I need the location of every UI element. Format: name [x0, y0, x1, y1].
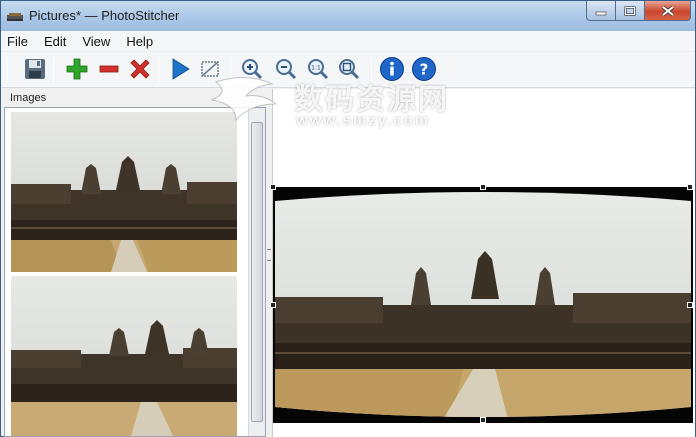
- help-icon: ?: [412, 57, 436, 81]
- close-icon: [661, 5, 674, 16]
- crop-handle[interactable]: [480, 184, 486, 190]
- scrollbar-thumb[interactable]: [251, 122, 263, 422]
- app-icon: [7, 13, 23, 21]
- info-button[interactable]: [378, 55, 406, 83]
- add-image-button[interactable]: [63, 55, 91, 83]
- temple-photo-1: [11, 112, 237, 272]
- image-thumbnail[interactable]: [11, 276, 237, 436]
- crop-button[interactable]: [196, 55, 224, 83]
- zoom-fit-icon: [339, 59, 360, 80]
- zoom-in-icon: [242, 59, 263, 80]
- zoom-out-icon: [276, 59, 297, 80]
- menu-help[interactable]: Help: [126, 34, 153, 49]
- maximize-button[interactable]: [615, 1, 644, 21]
- panorama-preview[interactable]: [270, 184, 693, 423]
- crop-handle[interactable]: [270, 302, 276, 308]
- help-button[interactable]: ?: [410, 55, 438, 83]
- close-button[interactable]: [644, 1, 691, 21]
- minimize-button[interactable]: [586, 1, 615, 21]
- app-window: Pictures* — PhotoStitcher File Edit View…: [0, 0, 696, 437]
- save-button[interactable]: [21, 55, 49, 83]
- panorama-image: [275, 192, 691, 417]
- stitch-button[interactable]: [166, 55, 194, 83]
- remove-icon: [99, 65, 119, 73]
- crop-handle[interactable]: [687, 302, 693, 308]
- menu-edit[interactable]: Edit: [44, 34, 66, 49]
- remove-image-button[interactable]: [95, 55, 123, 83]
- minimize-icon: [595, 11, 607, 15]
- temple-photo-2: [11, 276, 237, 436]
- svg-text:?: ?: [420, 61, 429, 79]
- splitter-grip-icon: [267, 249, 271, 261]
- zoom-in-button[interactable]: [238, 55, 266, 83]
- maximize-icon: [624, 5, 636, 16]
- zoom-actual-size-button[interactable]: 1:1: [304, 55, 332, 83]
- preview-panel: [270, 89, 695, 437]
- clear-images-button[interactable]: [126, 55, 154, 83]
- zoom-fit-button[interactable]: [335, 55, 363, 83]
- crop-handle[interactable]: [270, 184, 276, 190]
- image-thumbnail[interactable]: [11, 112, 237, 272]
- info-icon: [380, 57, 404, 81]
- svg-text:1:1: 1:1: [311, 65, 321, 72]
- window-title: Pictures* — PhotoStitcher: [29, 8, 180, 23]
- images-scrollbar[interactable]: [248, 108, 265, 436]
- images-list[interactable]: [4, 107, 266, 437]
- zoom-actual-icon: 1:1: [308, 59, 329, 80]
- menu-view[interactable]: View: [82, 34, 110, 49]
- images-panel-header: Images: [4, 89, 264, 107]
- crop-handle[interactable]: [687, 184, 693, 190]
- delete-icon: [130, 59, 150, 79]
- crop-handle[interactable]: [480, 417, 486, 423]
- menu-bar: File Edit View Help: [1, 31, 695, 51]
- save-icon: [25, 59, 45, 79]
- toolbar: 1:1 ?: [1, 52, 695, 88]
- play-icon: [172, 58, 190, 80]
- menu-file[interactable]: File: [7, 34, 28, 49]
- zoom-out-button[interactable]: [272, 55, 300, 83]
- title-bar: Pictures* — PhotoStitcher: [1, 1, 695, 31]
- crop-icon: [201, 61, 219, 77]
- add-icon: [66, 58, 88, 80]
